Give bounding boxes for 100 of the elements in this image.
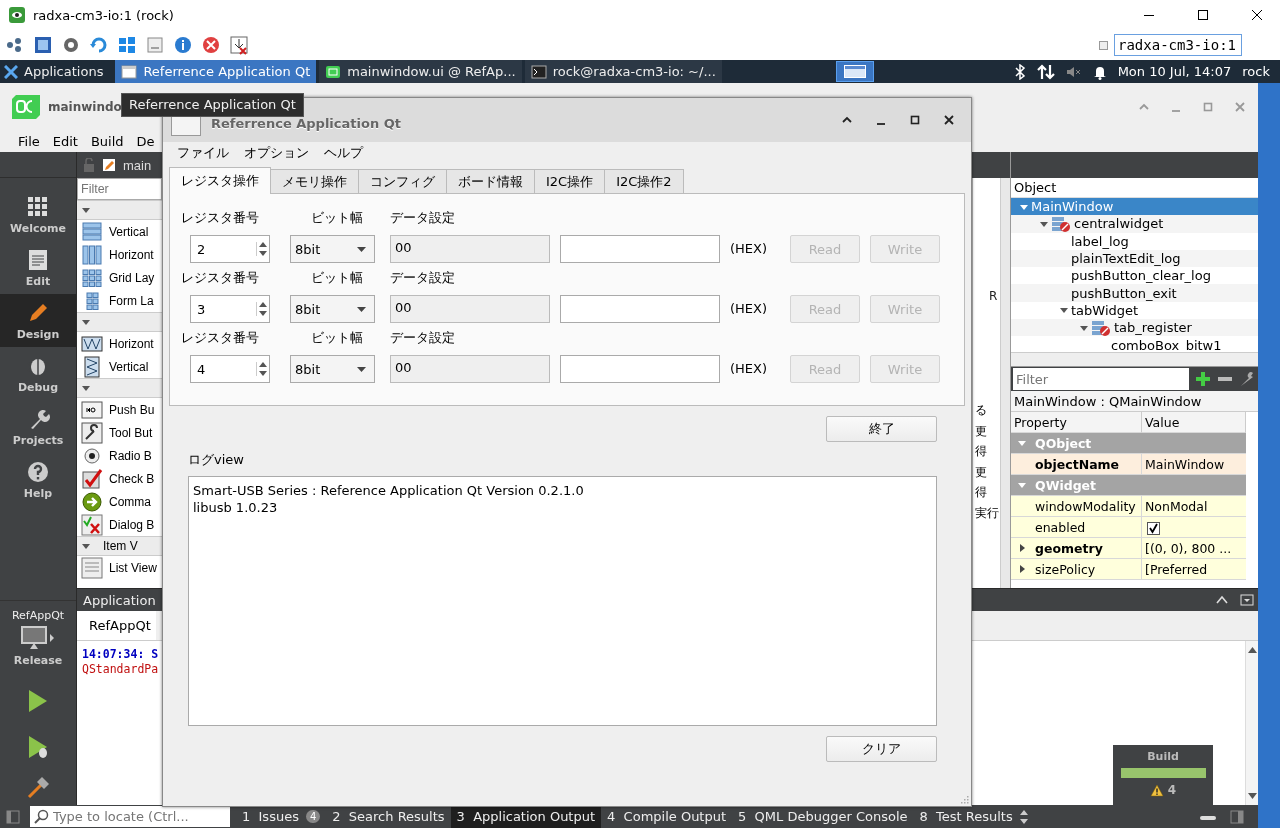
network-arrows-icon[interactable] (1036, 63, 1055, 80)
mode-button[interactable]: Projects (0, 400, 76, 453)
mode-button[interactable]: Debug (0, 347, 76, 400)
tree-item[interactable]: centralwidget (1011, 215, 1258, 233)
step-down-icon[interactable] (259, 251, 267, 256)
clock[interactable]: Mon 10 Jul, 14:07 (1117, 64, 1232, 79)
bit-width-dropdown[interactable]: 8bit (290, 295, 375, 323)
read-value-field[interactable]: 00 (390, 355, 550, 383)
up-down-icon[interactable] (1018, 808, 1029, 825)
tree-item[interactable]: plainTextEdit_log (1011, 249, 1258, 268)
info-icon[interactable] (173, 35, 193, 55)
bluetooth-icon[interactable] (1013, 63, 1026, 80)
register-spinbox[interactable]: 3 (190, 295, 270, 323)
file-tab[interactable]: main (123, 157, 152, 173)
hammer-icon[interactable] (26, 775, 50, 799)
locate-field[interactable]: Type to locate (Ctrl... (30, 806, 230, 827)
project-name[interactable]: RefAppQt (11, 609, 65, 622)
tab[interactable]: コンフィグ (358, 169, 447, 193)
menu-item[interactable]: File (18, 133, 40, 149)
applications-menu-button[interactable]: Applications (0, 60, 108, 83)
task-button[interactable]: rock@radxa-cm3-io: ~/... (524, 60, 722, 83)
mode-button[interactable]: Welcome (0, 188, 76, 241)
step-down-icon[interactable] (259, 371, 267, 376)
four-squares-icon[interactable] (117, 35, 137, 55)
download-icon[interactable] (229, 35, 249, 55)
property-value[interactable]: [(0, 0), 800 ... (1142, 538, 1246, 559)
write-value-field[interactable] (560, 295, 720, 323)
sidebar-toggle-icon[interactable] (6, 809, 20, 824)
step-up-icon[interactable] (259, 362, 267, 367)
run-icon[interactable] (27, 689, 49, 713)
tree-item[interactable]: tabWidget (1011, 301, 1258, 320)
volume-muted-icon[interactable] (1065, 64, 1082, 79)
scroll-down-icon[interactable] (1247, 793, 1257, 799)
workspace-switcher[interactable] (835, 61, 874, 82)
widget-item[interactable]: Horizont (77, 332, 162, 355)
read-value-field[interactable]: 00 (390, 235, 550, 263)
mode-button[interactable]: Help (0, 453, 76, 506)
refresh-icon[interactable] (89, 35, 109, 55)
output-tab[interactable]: RefAppQt (77, 611, 156, 640)
tab[interactable]: I2C操作 (534, 169, 606, 193)
widget-item[interactable]: Tool But (77, 421, 162, 444)
property-value[interactable]: [Preferred (1142, 559, 1246, 580)
tree-item[interactable]: pushButton_clear_log (1011, 267, 1258, 285)
settings-icon[interactable] (61, 35, 81, 55)
step-up-icon[interactable] (259, 302, 267, 307)
build-config[interactable]: Release (13, 654, 63, 667)
task-button[interactable]: mainwindow.ui @ RefAp... (319, 60, 522, 83)
widget-item[interactable]: Horizont (77, 243, 162, 266)
property-value[interactable]: MainWindow (1142, 454, 1246, 475)
user-name[interactable]: rock (1242, 64, 1270, 79)
debug-run-icon[interactable] (27, 735, 49, 759)
widget-item[interactable]: Vertical (77, 220, 162, 243)
log-text-area[interactable]: Smart-USB Series : Reference Application Qt Version 0.2.1.0 libusb 1.0.23 (188, 476, 937, 726)
filter-field[interactable]: Filter (1013, 368, 1189, 390)
register-spinbox[interactable]: 4 (190, 355, 270, 383)
step-up-icon[interactable] (259, 242, 267, 247)
menu-item[interactable]: オプション (244, 144, 309, 162)
step-down-icon[interactable] (259, 311, 267, 316)
collapse-icon[interactable] (1216, 594, 1228, 606)
write-value-field[interactable] (560, 355, 720, 383)
panel-menu-icon[interactable] (1240, 594, 1254, 606)
menu-item[interactable]: ヘルプ (324, 144, 363, 162)
widget-item[interactable]: Grid Lay (77, 266, 162, 289)
widget-item[interactable]: Dialog B (77, 513, 162, 536)
tree-item[interactable]: comboBox_bitw1 (1011, 336, 1258, 352)
close-circle-icon[interactable] (201, 35, 221, 55)
scrollbar[interactable] (1011, 352, 1258, 366)
add-icon[interactable] (1195, 371, 1211, 387)
tree-item[interactable]: pushButton_exit (1011, 284, 1258, 302)
widget-item[interactable]: Form La (77, 289, 162, 312)
read-value-field[interactable]: 00 (390, 295, 550, 323)
widget-item[interactable]: List View (77, 556, 162, 579)
tree-item[interactable]: label_log (1011, 232, 1258, 250)
tab[interactable]: I2C操作2 (604, 169, 684, 193)
tab[interactable]: ボード情報 (446, 169, 535, 193)
output-pane-tab[interactable]: 4 Compile Output (601, 805, 733, 828)
tree-item[interactable]: MainWindow (1011, 198, 1258, 216)
tab[interactable]: メモリ操作 (270, 169, 359, 193)
register-spinbox[interactable]: 2 (190, 235, 270, 263)
tab[interactable]: レジスタ操作 (169, 167, 271, 194)
mode-button[interactable]: Edit (0, 241, 76, 294)
mode-button[interactable]: Design (0, 294, 76, 347)
output-pane-tab[interactable]: 5 QML Debugger Console (732, 805, 914, 828)
exit-button[interactable]: 終了 (826, 416, 937, 442)
tree-item[interactable]: tab_register (1011, 319, 1258, 337)
scrollbar[interactable] (1000, 178, 1010, 588)
scroll-up-icon[interactable] (1247, 647, 1257, 653)
menu-item[interactable]: De (136, 133, 155, 149)
widget-item[interactable]: Check B (77, 467, 162, 490)
checkbox[interactable] (1147, 522, 1160, 535)
monitor-icon[interactable] (21, 626, 47, 650)
write-value-field[interactable] (560, 235, 720, 263)
clear-button[interactable]: クリア (826, 736, 937, 762)
menu-item[interactable]: Edit (52, 133, 78, 149)
task-button[interactable]: Referrence Application Qt (115, 60, 317, 83)
fullscreen-icon[interactable] (33, 35, 53, 55)
widget-item[interactable]: Vertical (77, 355, 162, 378)
output-toggle-icon[interactable] (1230, 809, 1244, 824)
output-pane-tab[interactable]: 3 Application Output (450, 805, 602, 828)
output-pane-tab[interactable]: 2 Search Results (326, 805, 451, 828)
